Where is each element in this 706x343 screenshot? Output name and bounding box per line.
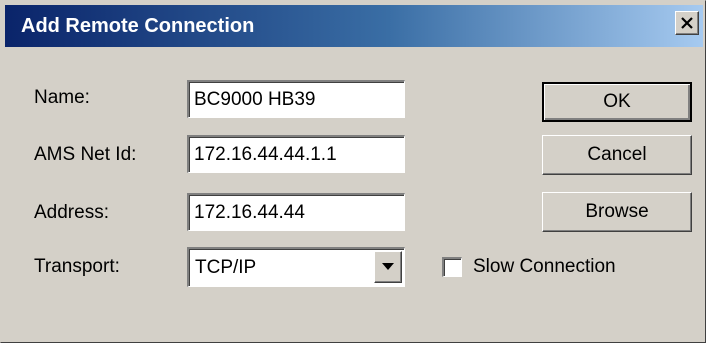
transport-select[interactable]: TCP/IP bbox=[187, 247, 405, 287]
name-label: Name: bbox=[34, 87, 90, 108]
chevron-down-icon bbox=[382, 263, 394, 270]
transport-selected-value: TCP/IP bbox=[195, 257, 257, 278]
address-label: Address: bbox=[34, 202, 109, 223]
ams-net-id-field[interactable]: 172.16.44.44.1.1 bbox=[187, 135, 405, 173]
close-icon bbox=[681, 17, 693, 29]
slow-connection-checkbox[interactable] bbox=[442, 257, 462, 277]
close-button[interactable] bbox=[675, 11, 699, 35]
add-remote-connection-dialog: Add Remote Connection Name: BC9000 HB39 … bbox=[0, 0, 706, 343]
ams-net-id-label: AMS Net Id: bbox=[34, 144, 137, 165]
title-bar[interactable]: Add Remote Connection bbox=[5, 5, 703, 47]
slow-connection-label[interactable]: Slow Connection bbox=[473, 256, 616, 278]
transport-dropdown-button[interactable] bbox=[374, 251, 402, 283]
name-field[interactable]: BC9000 HB39 bbox=[187, 80, 405, 118]
window-title: Add Remote Connection bbox=[21, 15, 255, 37]
address-field[interactable]: 172.16.44.44 bbox=[187, 193, 405, 231]
cancel-button[interactable]: Cancel bbox=[542, 135, 692, 175]
browse-button[interactable]: Browse bbox=[542, 192, 692, 232]
ok-button[interactable]: OK bbox=[542, 82, 692, 122]
transport-label: Transport: bbox=[34, 256, 120, 277]
